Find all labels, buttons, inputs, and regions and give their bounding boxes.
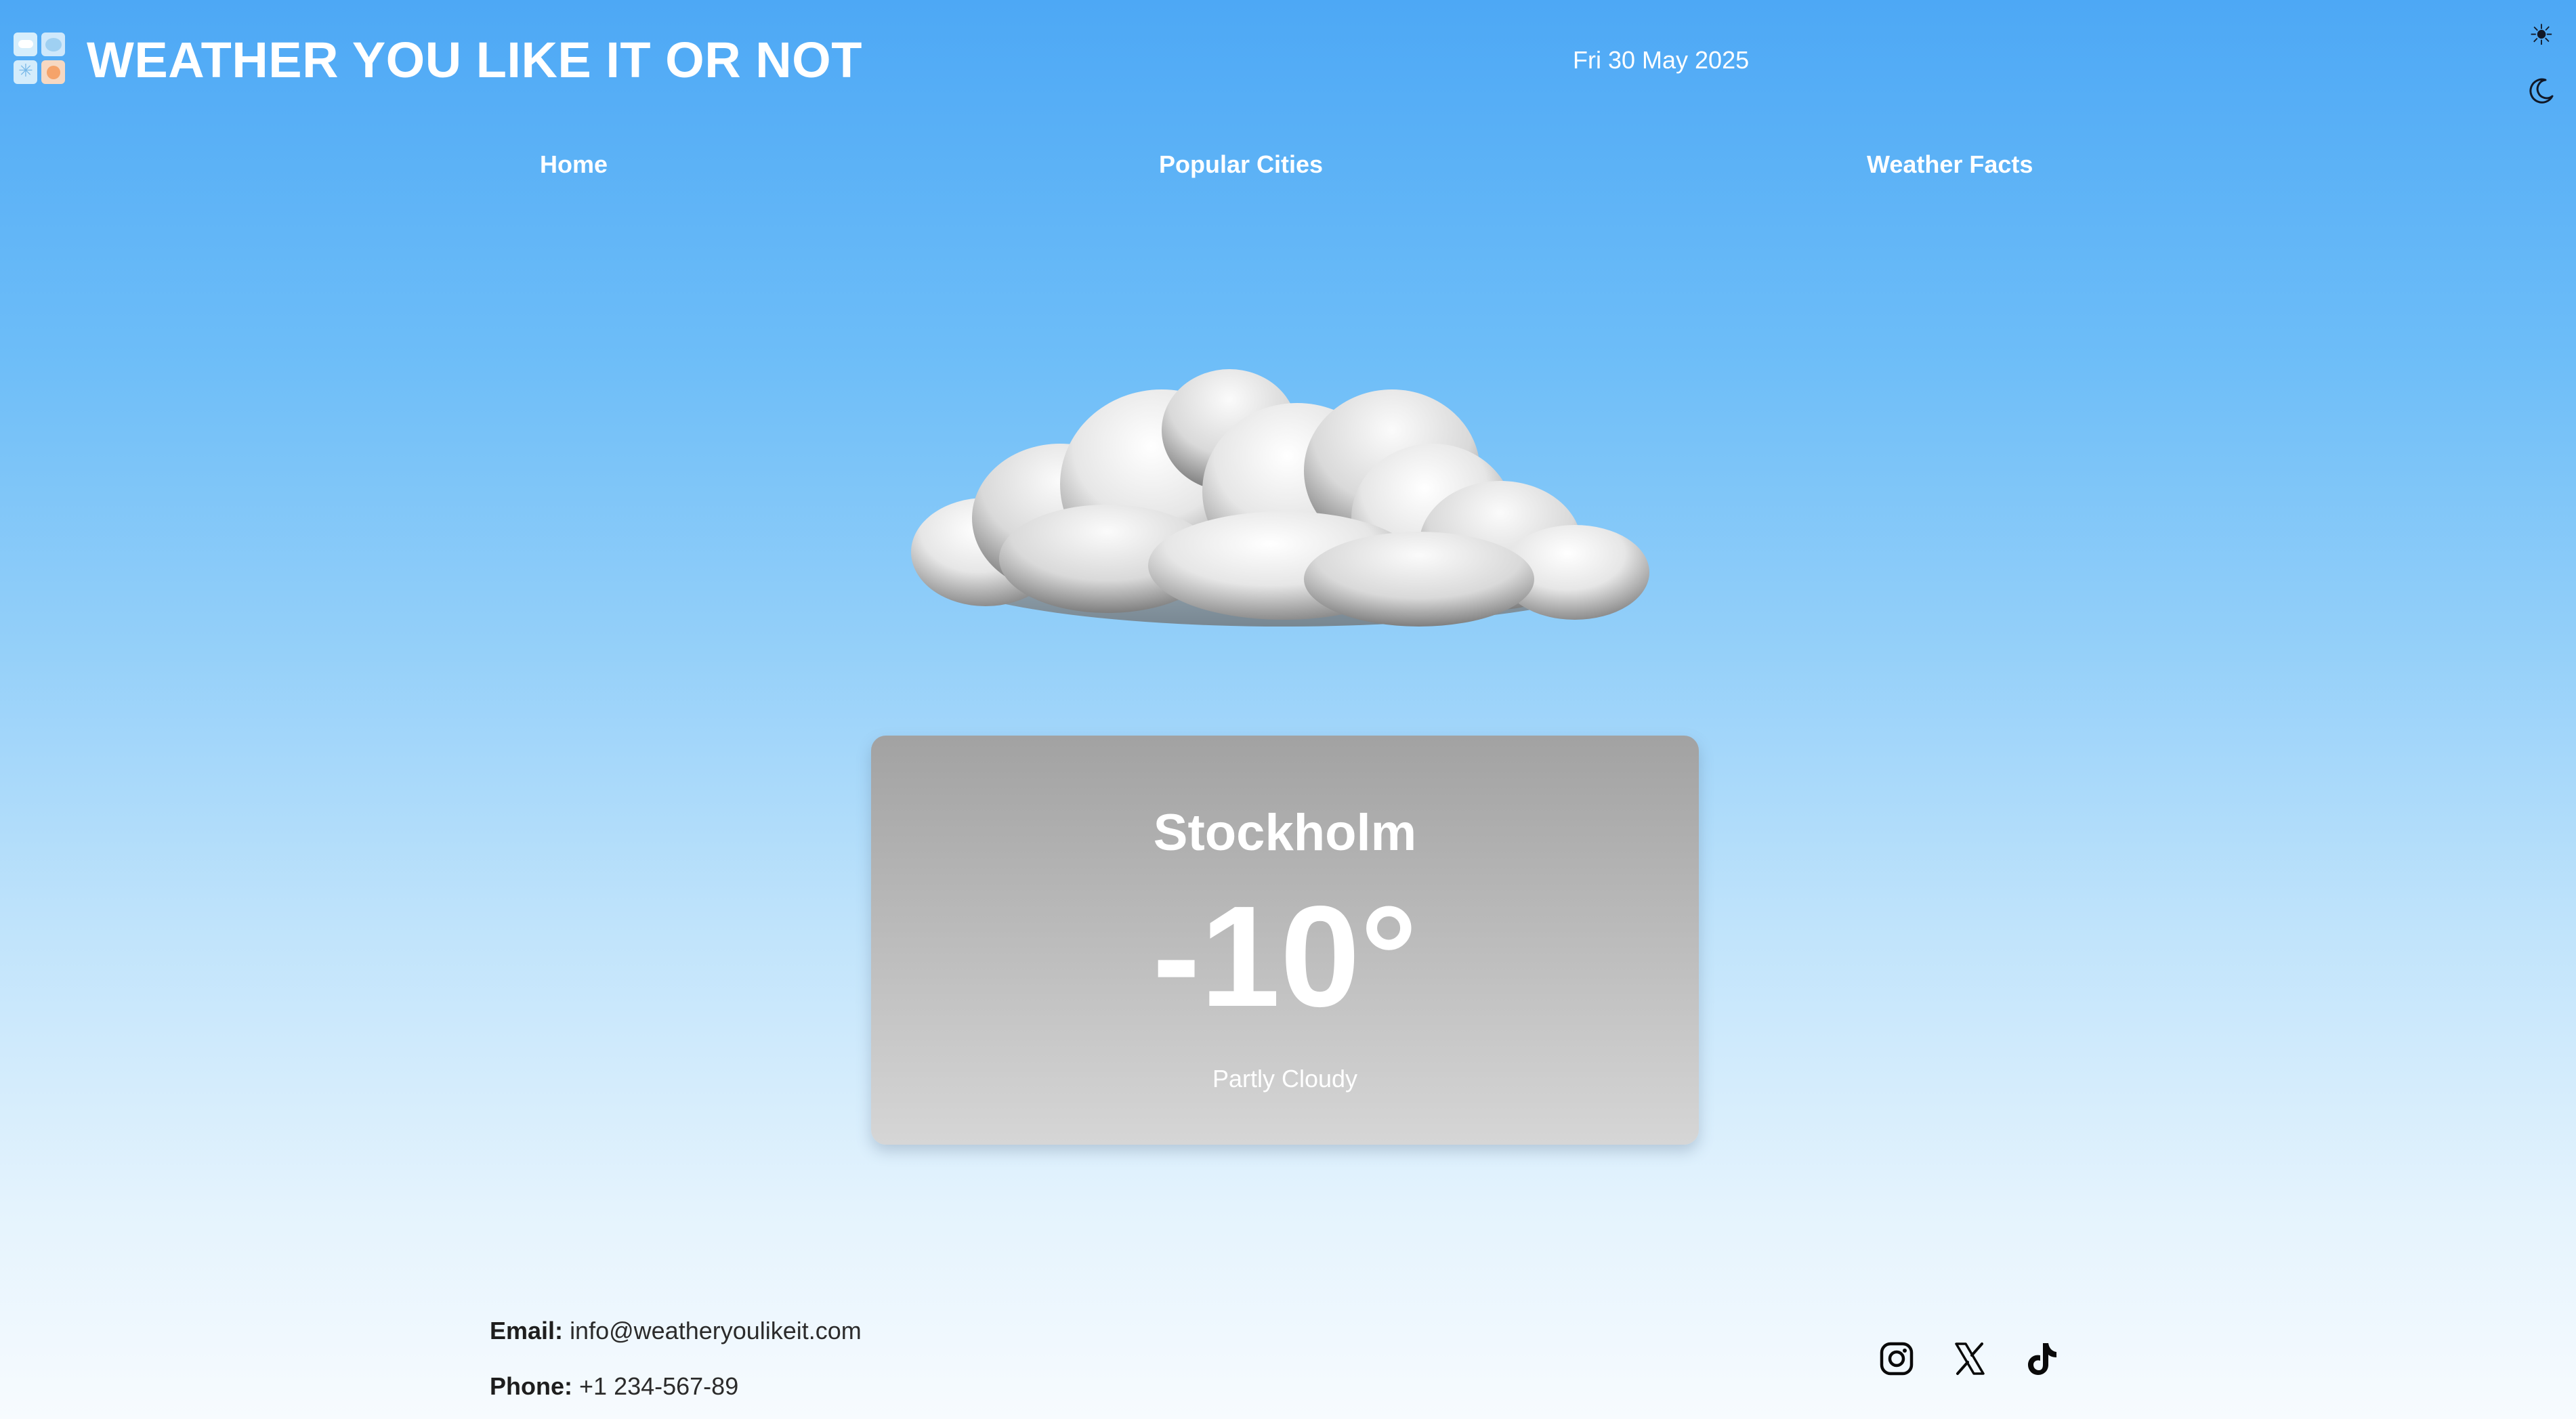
email-label: Email: [490, 1317, 564, 1344]
tiktok-icon[interactable] [2023, 1340, 2061, 1378]
instagram-icon[interactable] [1878, 1340, 1916, 1378]
logo-tile-snow [14, 60, 37, 84]
sun-icon[interactable]: ☀ [2527, 20, 2556, 50]
x-icon[interactable] [1951, 1340, 1989, 1378]
email-value[interactable]: info@weatheryoulikeit.com [570, 1317, 862, 1344]
temperature: -10° [1152, 876, 1418, 1036]
contact-info: Email: info@weatheryoulikeit.com Phone: … [490, 1317, 862, 1402]
logo-tile-cloud [14, 33, 37, 56]
weather-condition: Partly Cloudy [1212, 1065, 1358, 1093]
main-nav: Home Popular Cities Weather Facts [0, 150, 2576, 191]
logo-tile-rain [41, 33, 65, 56]
site-title[interactable]: WEATHER YOU LIKE IT OR NOT [87, 31, 862, 89]
logo-tile-sun [41, 60, 65, 84]
phone-row: Phone: +1 234-567-89 [490, 1372, 862, 1402]
weather-app-logo-icon[interactable] [14, 33, 65, 84]
site-header: WEATHER YOU LIKE IT OR NOT Fri 30 May 20… [0, 0, 2576, 129]
city-name: Stockholm [1153, 804, 1417, 862]
phone-label: Phone: [490, 1372, 572, 1400]
email-row: Email: info@weatheryoulikeit.com [490, 1317, 862, 1347]
nav-link-popular-cities[interactable]: Popular Cities [1159, 150, 1323, 179]
current-date: Fri 30 May 2025 [1573, 46, 1750, 74]
weather-card: Stockholm -10° Partly Cloudy [871, 736, 1699, 1145]
nav-link-home[interactable]: Home [540, 150, 608, 179]
nav-link-weather-facts[interactable]: Weather Facts [1867, 150, 2033, 179]
moon-icon[interactable] [2527, 76, 2556, 106]
phone-value[interactable]: +1 234-567-89 [579, 1372, 738, 1400]
cloud-icon [904, 349, 1663, 660]
